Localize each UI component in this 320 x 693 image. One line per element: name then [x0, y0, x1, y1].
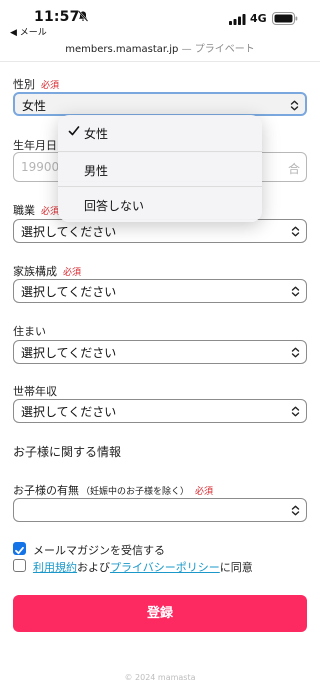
checkmark-icon: [68, 126, 80, 136]
required-badge: 必須: [41, 207, 60, 217]
dropdown-option-label: 女性: [84, 127, 109, 141]
family-label-text: 家族構成: [13, 265, 57, 278]
chevron-updown-icon: [291, 286, 300, 297]
family-label: 家族構成 必須: [13, 263, 81, 279]
privacy-policy-link[interactable]: プライバシーポリシー: [110, 561, 220, 574]
birthdate-placeholder: 19900: [21, 160, 60, 174]
birthdate-label-text: 生年月日: [13, 139, 57, 152]
agreement-suffix: に同意: [219, 561, 253, 574]
dropdown-option-female[interactable]: 女性: [58, 115, 262, 151]
residence-select-value: 選択してください: [21, 346, 117, 360]
income-label: 世帯年収: [13, 383, 57, 399]
children-select[interactable]: [13, 498, 307, 522]
copyright-footer: © 2024 mamasta: [124, 673, 196, 682]
chevron-updown-icon: [290, 100, 299, 111]
terms-link[interactable]: 利用規約: [33, 561, 77, 574]
required-badge: 必須: [63, 268, 82, 278]
birthdate-placeholder-suffix: 合: [287, 162, 300, 176]
checkmark-icon: [15, 546, 24, 555]
newsletter-label[interactable]: メールマガジンを受信する: [33, 542, 165, 558]
status-time: 11:57: [34, 9, 80, 25]
dropdown-option-label: 男性: [84, 164, 109, 178]
battery-icon: [272, 12, 298, 25]
address-bar[interactable]: members.mamastar.jp — プライベート: [0, 40, 320, 62]
birthdate-label: 生年月日: [13, 137, 57, 153]
bell-muted-icon: [77, 10, 89, 22]
children-label-text: お子様の有無: [13, 484, 79, 497]
chevron-updown-icon: [291, 505, 300, 516]
occupation-select-value: 選択してください: [21, 225, 117, 239]
children-label-note: （妊娠中のお子様を除く）: [81, 487, 190, 497]
gender-dropdown-menu: 女性 男性 回答しない: [58, 115, 262, 222]
agreement-joiner: および: [77, 561, 110, 574]
network-label: 4G: [250, 12, 267, 25]
residence-label-text: 住まい: [13, 325, 46, 338]
residence-label: 住まい: [13, 323, 46, 339]
required-badge: 必須: [41, 81, 60, 91]
income-select-value: 選択してください: [21, 405, 117, 419]
children-section-title: お子様に関する情報: [13, 445, 122, 459]
url-host: members.mamastar.jp: [65, 44, 179, 55]
gender-select[interactable]: 女性: [13, 92, 307, 116]
newsletter-checkbox[interactable]: [13, 542, 26, 555]
residence-select[interactable]: 選択してください: [13, 340, 307, 364]
gender-select-value: 女性: [22, 99, 47, 113]
gender-label: 性別 必須: [13, 76, 59, 92]
children-label: お子様の有無 （妊娠中のお子様を除く） 必須: [13, 482, 213, 498]
agreement-checkbox[interactable]: [13, 559, 26, 572]
gender-label-text: 性別: [13, 78, 35, 91]
family-select-value: 選択してください: [21, 285, 117, 299]
dropdown-option-no-answer[interactable]: 回答しない: [58, 186, 262, 222]
agreement-label: 利用規約およびプライバシーポリシーに同意: [33, 559, 253, 575]
dropdown-option-label: 回答しない: [84, 199, 145, 213]
back-to-mail-link[interactable]: ◀ メール: [10, 25, 47, 38]
signal-icon: [229, 14, 246, 25]
occupation-label-text: 職業: [13, 204, 35, 217]
family-select[interactable]: 選択してください: [13, 279, 307, 303]
chevron-updown-icon: [291, 406, 300, 417]
status-bar: 11:57 ◀ メール 4G: [0, 0, 320, 40]
income-select[interactable]: 選択してください: [13, 399, 307, 423]
income-label-text: 世帯年収: [13, 385, 57, 398]
chevron-updown-icon: [291, 226, 300, 237]
occupation-select[interactable]: 選択してください: [13, 219, 307, 243]
register-button[interactable]: 登録: [13, 595, 307, 632]
chevron-updown-icon: [291, 347, 300, 358]
occupation-label: 職業 必須: [13, 202, 59, 218]
dropdown-option-male[interactable]: 男性: [58, 151, 262, 187]
private-mode-label: — プライベート: [178, 44, 255, 55]
required-badge: 必須: [195, 487, 214, 497]
